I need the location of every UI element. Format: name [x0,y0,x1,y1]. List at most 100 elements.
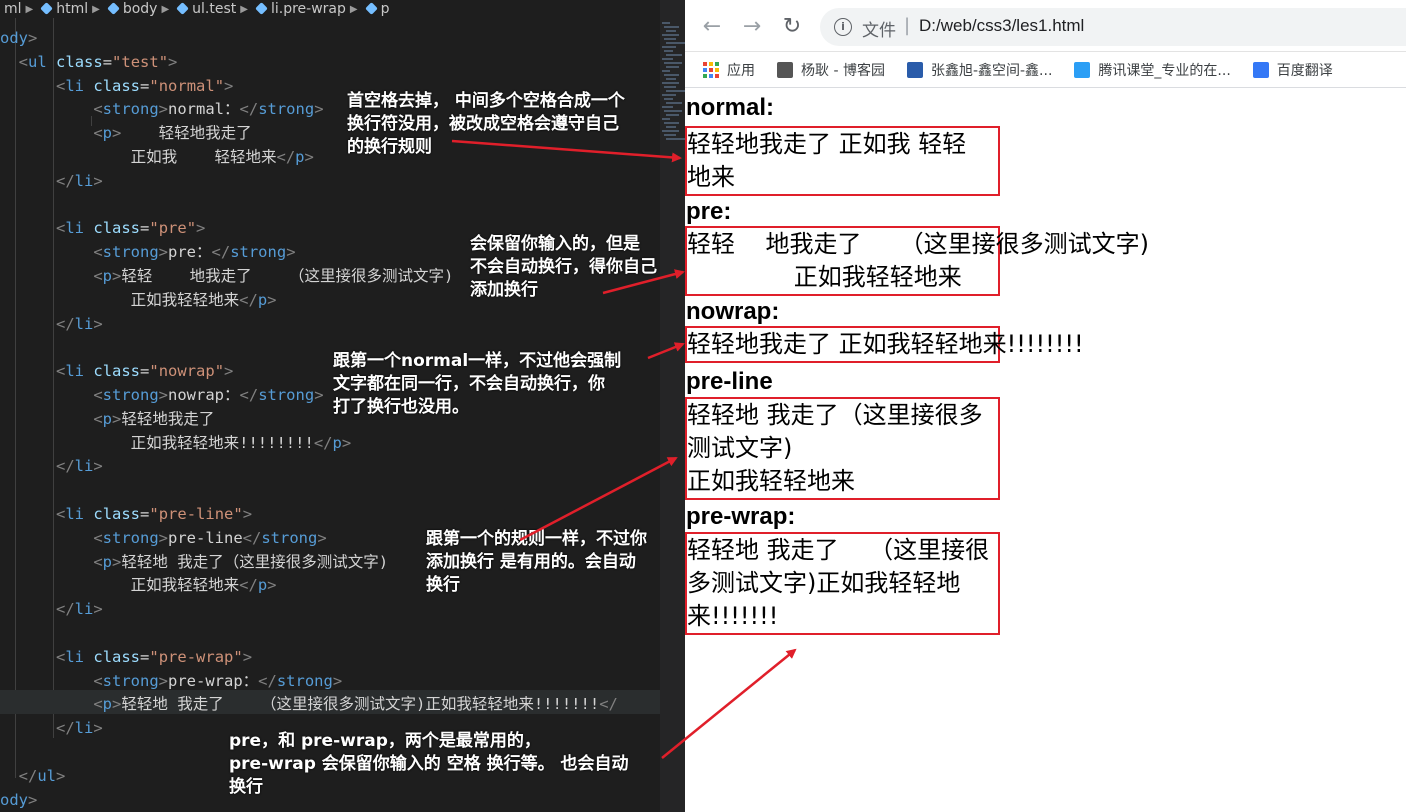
paragraph-line: 轻轻地 我走了（这里接很多 [687,401,983,429]
code-line[interactable]: </li> [0,169,103,193]
code-line[interactable]: ody> [0,26,37,50]
code-token: class [93,505,141,523]
paragraph-line: 轻轻地我走了 正如我轻轻地来!!!!!!!! [687,330,1084,358]
minimap-line [666,54,682,56]
code-line[interactable]: </li> [0,716,103,740]
code-line[interactable]: <li class="pre"> [0,216,205,240]
bookmark-item[interactable]: 张鑫旭-鑫空间-鑫... [906,60,1052,80]
code-line[interactable]: <strong>pre-wrap：</strong> [0,669,342,693]
code-token: < [93,100,103,119]
code-line[interactable]: <strong>pre-line</strong> [0,526,326,550]
code-token: > [242,647,253,666]
code-token: > [314,386,324,404]
code-token: = [140,76,150,95]
info-icon[interactable]: i [834,18,852,36]
breadcrumb-item[interactable]: p [366,1,390,17]
code-line[interactable]: <li class="pre-line"> [0,502,252,526]
code-line[interactable]: ody> [0,788,37,812]
apps-icon [703,61,719,78]
breadcrumb-item[interactable]: ml [4,1,22,17]
arrow-right-icon: → [742,14,762,39]
code-token: strong [102,528,159,547]
paragraph-line: 地来 [687,163,735,191]
code-token: </ [313,433,333,452]
code-line[interactable]: 正如我轻轻地来</p> [0,288,277,312]
code-token: pre： [168,243,212,262]
code-token: > [112,695,122,714]
item-heading: pre: [686,198,732,225]
code-token: pre-wrap： [168,671,259,690]
breadcrumb-item[interactable]: body [108,1,158,17]
bookmark-label: 百度翻译 [1276,62,1333,79]
code-line[interactable]: <p> 轻轻地我走了 [0,121,251,145]
annotation-line: 跟第一个的规则一样，不过你 [426,529,647,549]
annotation-line: 换行符没用，被改成空格会遵守自己 [347,114,619,134]
code-line[interactable]: </li> [0,312,103,336]
code-token: > [341,433,352,452]
code-line[interactable]: <p>轻轻地 我走了 （这里接很多测试文字)正如我轻轻地来!!!!!!!</ [0,692,618,716]
code-line[interactable]: </ul> [0,764,66,788]
breadcrumb-item[interactable]: li.pre-wrap [256,1,346,17]
item-heading: normal: [686,94,775,121]
bookmark-item[interactable]: 腾讯课堂_专业的在... [1074,60,1231,80]
code-line[interactable]: 正如我 轻轻地来</p> [0,145,314,169]
bookmark-item[interactable]: 杨耿 - 博客园 [777,60,885,80]
code-token: 正如我轻轻地来!!!!!!!! [0,433,314,452]
annotation-line: 添加换行 [470,280,538,300]
code-line[interactable]: <strong>pre：</strong> [0,240,295,264]
paragraph-box: 轻轻地 我走了（这里接很多 测试文字) 正如我轻轻地来 [685,397,1000,500]
code-line[interactable]: <li class="pre-wrap"> [0,645,252,669]
code-line[interactable]: <p>轻轻地 我走了（这里接很多测试文字) [0,550,388,574]
code-token: li [65,76,85,95]
code-token: > [112,124,122,143]
code-line[interactable]: <p>轻轻 地我走了 （这里接很多测试文字) [0,264,453,288]
back-button[interactable]: ← [699,14,725,40]
scheme-label: 文件 [862,21,896,41]
bookmark-label: 杨耿 - 博客园 [801,62,885,79]
code-line[interactable]: 正如我轻轻地来!!!!!!!!</p> [0,431,352,455]
item-heading: pre-line [686,368,773,395]
minimap[interactable] [660,0,685,812]
code-token: li [74,600,94,619]
item-heading: nowrap: [686,298,780,325]
code-line[interactable]: <li class="nowrap"> [0,359,233,383]
code-token: </ [239,576,258,595]
minimap-line [666,90,685,92]
code-line[interactable]: <ul class="test"> [0,50,178,74]
code-token: = [140,219,150,238]
code-token: > [28,29,38,47]
code-token: 正如我轻轻地来 [0,576,240,595]
annotation-line: 不会自动换行，得你自己 [470,257,657,277]
bookmark-item[interactable]: 百度翻译 [1252,60,1333,80]
code-token: p [332,433,342,452]
code-line[interactable]: </li> [0,454,103,478]
minimap-line [664,38,676,40]
code-token: strong [102,386,159,404]
code-line[interactable]: 正如我轻轻地来</p> [0,573,277,597]
reload-button[interactable]: ↻ [779,14,805,40]
code-line[interactable]: <strong>normal：</strong> [0,97,323,121]
code-line[interactable]: <li class="normal"> [0,74,233,98]
breadcrumb: ml ▶ html ▶ body ▶ ul.test ▶ li.pre-wrap ▶ p [0,0,660,18]
breadcrumb-item[interactable]: html [41,1,88,17]
code-line[interactable]: <p>轻轻地我走了 [0,407,214,431]
forward-button[interactable]: → [739,14,765,40]
breadcrumb-item[interactable]: ul.test [177,1,236,17]
address-bar[interactable]: i 文件 | D:/web/css3/les1.html [820,8,1406,46]
browser-toolbar: ← → ↻ i 文件 | D:/web/css3/les1.html [685,0,1406,52]
breadcrumb-separator: ▶ [349,3,358,15]
minimap-line [664,50,673,52]
annotation-line: 换行 [229,777,263,797]
bookmark-item[interactable]: 应用 [703,60,755,80]
code-line[interactable]: <strong>nowrap：</strong> [0,383,324,407]
code-token: </ [56,171,75,190]
url-text[interactable]: D:/web/css3/les1.html [919,16,1084,36]
code-line[interactable]: </li> [0,597,103,621]
